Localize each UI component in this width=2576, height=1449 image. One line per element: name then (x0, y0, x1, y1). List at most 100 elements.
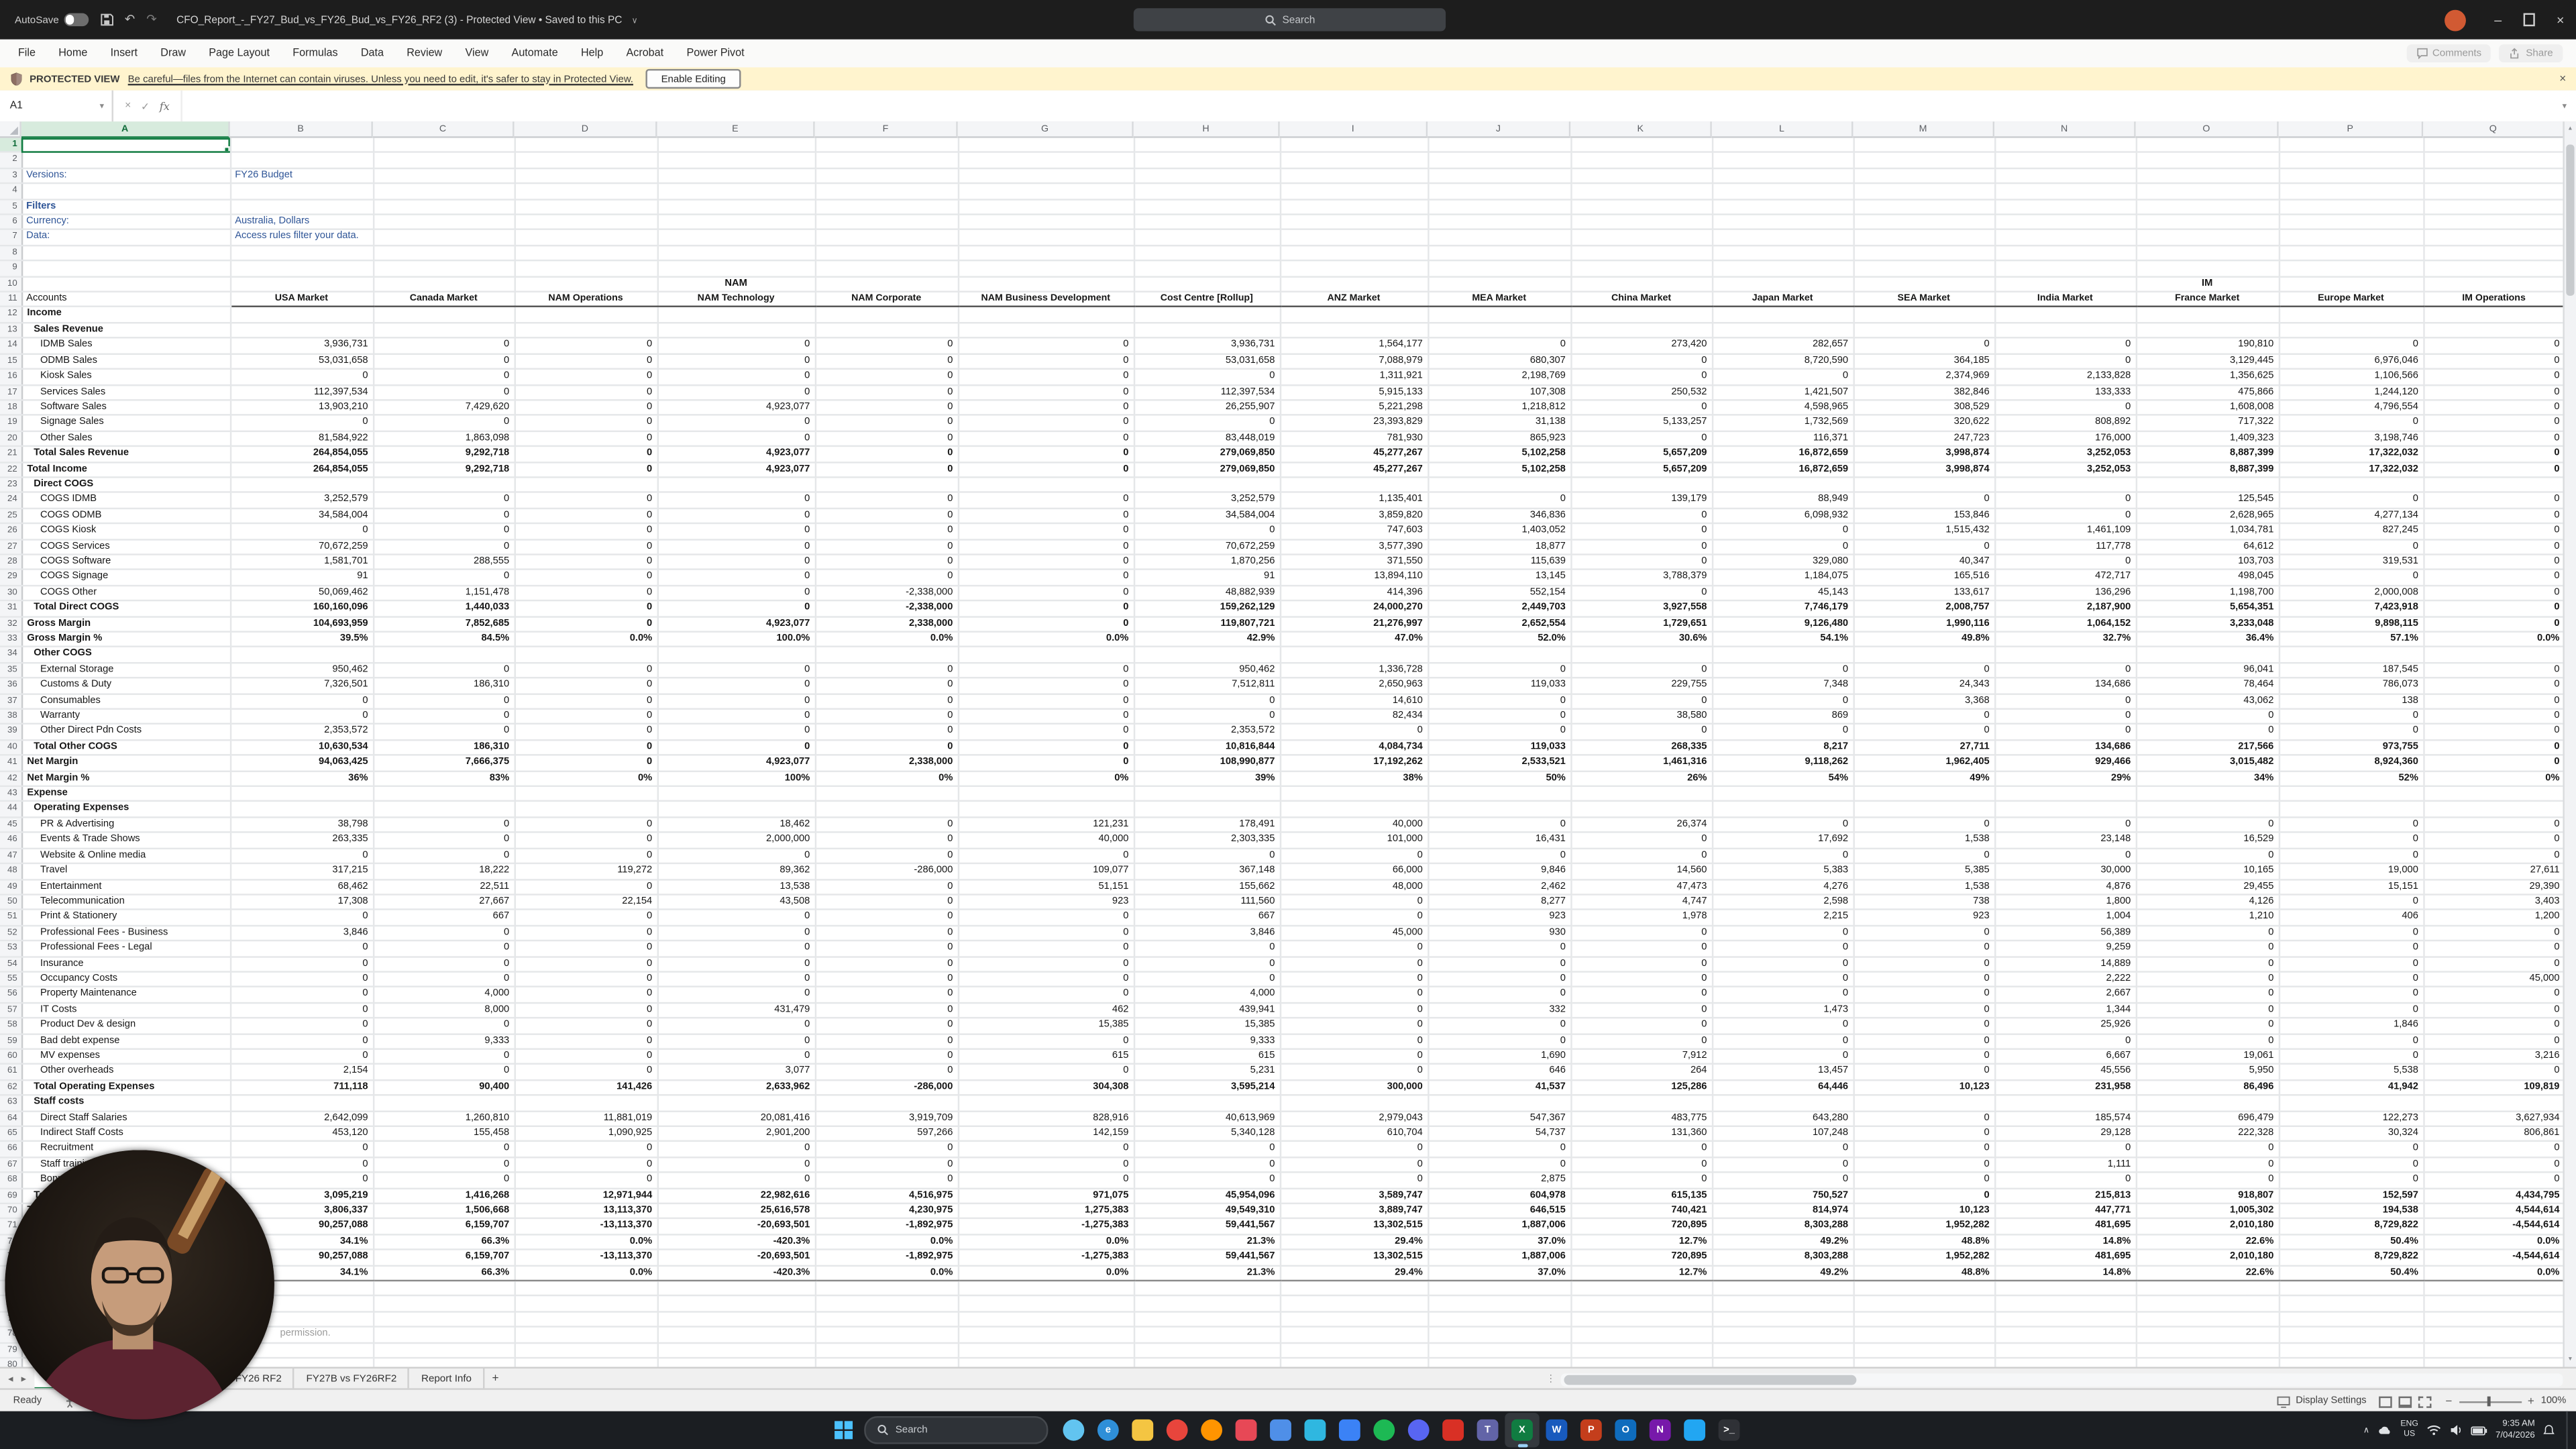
cell-N67[interactable]: 1,111 (1994, 1157, 2136, 1173)
cell-F64[interactable]: 3,919,709 (815, 1111, 958, 1126)
cell-E1[interactable] (657, 138, 815, 153)
cell-P22[interactable]: 17,322,032 (2279, 462, 2424, 477)
cell-G73[interactable]: -1,275,383 (958, 1250, 1134, 1265)
cell-Q78[interactable] (2423, 1327, 2565, 1342)
cell-G28[interactable]: 0 (958, 554, 1134, 570)
cell-M49[interactable]: 1,538 (1853, 879, 1994, 894)
cell-L6[interactable] (1712, 215, 1854, 230)
cell-E29[interactable]: 0 (657, 570, 815, 585)
cell-C16[interactable]: 0 (373, 369, 515, 384)
cell-P5[interactable] (2279, 199, 2424, 215)
taskbar-app-terminal[interactable]: >_ (1712, 1413, 1746, 1447)
cell-J49[interactable]: 2,462 (1428, 879, 1570, 894)
cell-K72[interactable]: 12.7% (1570, 1234, 1712, 1250)
cell-A58[interactable]: Product Dev & design (21, 1018, 230, 1034)
cell-I8[interactable] (1280, 246, 1428, 261)
cell-N19[interactable]: 808,892 (1994, 415, 2136, 431)
cell-I44[interactable] (1280, 802, 1428, 817)
cell-K4[interactable] (1570, 184, 1712, 199)
cell-O27[interactable]: 64,612 (2136, 539, 2279, 554)
cell-J48[interactable]: 9,846 (1428, 863, 1570, 879)
protected-view-close-icon[interactable]: × (2559, 73, 2566, 85)
cell-O49[interactable]: 29,455 (2136, 879, 2279, 894)
row-header-62[interactable]: 62 (0, 1080, 21, 1095)
cell-H62[interactable]: 3,595,214 (1134, 1080, 1280, 1095)
row-header-45[interactable]: 45 (0, 817, 21, 833)
row-header-68[interactable]: 68 (0, 1173, 21, 1188)
cell-P26[interactable]: 827,245 (2279, 523, 2424, 539)
cell-F14[interactable]: 0 (815, 338, 958, 354)
cell-L61[interactable]: 13,457 (1712, 1065, 1854, 1080)
cell-L57[interactable]: 1,473 (1712, 1002, 1854, 1018)
cell-A47[interactable]: Website & Online media (21, 848, 230, 863)
cell-C69[interactable]: 1,416,268 (373, 1188, 515, 1203)
cell-I5[interactable] (1280, 199, 1428, 215)
cell-B25[interactable]: 34,584,004 (230, 508, 373, 523)
cell-K45[interactable]: 26,374 (1570, 817, 1712, 833)
cell-D33[interactable]: 0.0% (515, 632, 657, 647)
cell-F68[interactable]: 0 (815, 1173, 958, 1188)
cell-M16[interactable]: 2,374,969 (1853, 369, 1994, 384)
cell-I70[interactable]: 3,889,747 (1280, 1203, 1428, 1219)
cell-C40[interactable]: 186,310 (373, 740, 515, 755)
row-header-39[interactable]: 39 (0, 724, 21, 740)
cell-J21[interactable]: 5,102,258 (1428, 446, 1570, 462)
cell-B57[interactable]: 0 (230, 1002, 373, 1018)
cell-E64[interactable]: 20,081,416 (657, 1111, 815, 1126)
cell-O43[interactable] (2136, 786, 2279, 802)
row-header-57[interactable]: 57 (0, 1002, 21, 1018)
column-header-L[interactable]: L (1712, 121, 1854, 138)
cell-J3[interactable] (1428, 168, 1570, 184)
cell-G71[interactable]: -1,275,383 (958, 1219, 1134, 1234)
row-header-59[interactable]: 59 (0, 1034, 21, 1049)
cell-J37[interactable]: 0 (1428, 694, 1570, 709)
cell-C4[interactable] (373, 184, 515, 199)
cell-L18[interactable]: 4,598,965 (1712, 400, 1854, 415)
cell-A46[interactable]: Events & Trade Shows (21, 833, 230, 848)
cell-G51[interactable]: 0 (958, 910, 1134, 925)
cell-E6[interactable] (657, 215, 815, 230)
cell-E69[interactable]: 22,982,616 (657, 1188, 815, 1203)
cell-B58[interactable]: 0 (230, 1018, 373, 1034)
cell-H61[interactable]: 5,231 (1134, 1065, 1280, 1080)
cell-K53[interactable]: 0 (1570, 941, 1712, 956)
cell-H19[interactable]: 0 (1134, 415, 1280, 431)
cell-J72[interactable]: 37.0% (1428, 1234, 1570, 1250)
cell-F28[interactable]: 0 (815, 554, 958, 570)
cell-D32[interactable]: 0 (515, 616, 657, 632)
cell-G49[interactable]: 51,151 (958, 879, 1134, 894)
cell-P62[interactable]: 41,942 (2279, 1080, 2424, 1095)
cell-L59[interactable]: 0 (1712, 1034, 1854, 1049)
cell-B12[interactable] (230, 307, 373, 323)
cell-H70[interactable]: 49,549,310 (1134, 1203, 1280, 1219)
cell-A51[interactable]: Print & Stationery (21, 910, 230, 925)
cell-Q41[interactable]: 0 (2423, 755, 2565, 771)
cell-O19[interactable]: 717,322 (2136, 415, 2279, 431)
cell-M36[interactable]: 24,343 (1853, 678, 1994, 694)
cell-B3[interactable]: FY26 Budget (230, 168, 373, 184)
cell-I62[interactable]: 300,000 (1280, 1080, 1428, 1095)
taskbar-app-powerpoint[interactable]: P (1574, 1413, 1608, 1447)
cell-Q40[interactable]: 0 (2423, 740, 2565, 755)
cell-Q9[interactable] (2423, 261, 2565, 276)
cell-J50[interactable]: 8,277 (1428, 894, 1570, 910)
row-header-9[interactable]: 9 (0, 261, 21, 276)
cell-I52[interactable]: 45,000 (1280, 925, 1428, 941)
cell-L79[interactable] (1712, 1342, 1854, 1358)
cell-M7[interactable] (1853, 230, 1994, 246)
cell-M51[interactable]: 923 (1853, 910, 1994, 925)
show-desktop-button[interactable] (2566, 1411, 2571, 1449)
cell-N65[interactable]: 29,128 (1994, 1126, 2136, 1142)
cell-M60[interactable]: 0 (1853, 1049, 1994, 1065)
cell-O73[interactable]: 2,010,180 (2136, 1250, 2279, 1265)
cell-B60[interactable]: 0 (230, 1049, 373, 1065)
tray-expand-icon[interactable]: ∧ (2363, 1425, 2369, 1435)
cell-G11[interactable]: NAM Business Development (958, 292, 1134, 307)
cell-N46[interactable]: 23,148 (1994, 833, 2136, 848)
cell-K52[interactable]: 0 (1570, 925, 1712, 941)
cell-H37[interactable]: 0 (1134, 694, 1280, 709)
cell-Q51[interactable]: 1,200 (2423, 910, 2565, 925)
cell-I10[interactable] (1280, 276, 1428, 292)
cell-F26[interactable]: 0 (815, 523, 958, 539)
cell-K15[interactable]: 0 (1570, 354, 1712, 369)
